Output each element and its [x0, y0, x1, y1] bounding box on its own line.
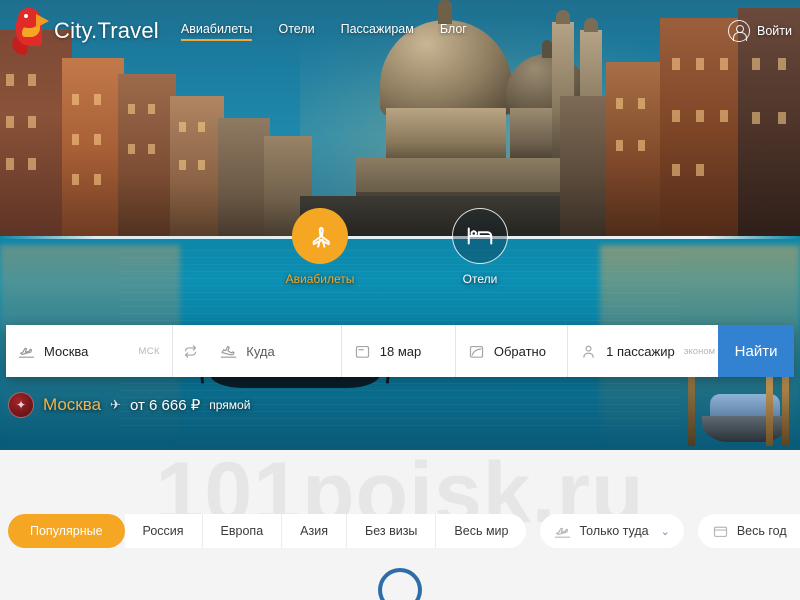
trip-type-label: Только туда [579, 524, 649, 538]
filter-chip-worldwide[interactable]: Весь мир [436, 514, 527, 548]
passengers-value: 1 пассажир [606, 343, 675, 359]
content-area: 101poisk.ru Популярные Россия Европа Ази… [0, 450, 800, 600]
period-label: Весь год [736, 524, 787, 538]
trip-type-dropdown[interactable]: Только туда ⌄ [540, 514, 684, 548]
plane-landing-icon [220, 343, 237, 360]
city-crest-icon: ✦ [8, 392, 34, 418]
nav-item-blog[interactable]: Блог [440, 22, 467, 41]
logo-text: City.Travel [54, 18, 159, 43]
promo-price: от 6 666 ₽ [129, 397, 201, 414]
site-header: City.Travel Авиабилеты Отели Пассажирам … [0, 0, 800, 62]
moored-boat [702, 392, 788, 442]
calendar-icon [354, 343, 371, 360]
boat-hull [702, 416, 788, 442]
origin-code: мск [138, 345, 160, 357]
search-submit-button[interactable]: Найти [718, 325, 794, 377]
filter-chip-asia[interactable]: Азия [282, 514, 347, 548]
origin-value: Москва [44, 343, 89, 359]
login-label: Войти [757, 24, 792, 38]
service-tab-flights[interactable]: Авиабилеты [265, 208, 375, 286]
promo-city-name: Москва [43, 395, 102, 414]
basilica-main-drum [386, 108, 506, 164]
destination-placeholder: Куда [246, 343, 275, 359]
bed-icon [452, 208, 508, 264]
chevron-down-icon: ⌄ [660, 525, 670, 538]
main-nav: Авиабилеты Отели Пассажирам Блог [180, 22, 467, 41]
login-button[interactable]: Войти [728, 20, 792, 42]
mooring-pole-1 [766, 372, 773, 446]
airplane-small-icon: ✈ [110, 397, 121, 412]
person-icon [580, 343, 597, 360]
cabin-class-value: эконом [683, 345, 716, 357]
filter-chip-visa-free[interactable]: Без визы [346, 514, 437, 548]
nav-item-passengers[interactable]: Пассажирам [341, 22, 414, 41]
destination-field[interactable]: Куда [208, 325, 342, 377]
depart-date-value: 18 мар [379, 343, 422, 359]
user-circle-icon [728, 20, 751, 42]
depart-date-field[interactable]: 18 мар [342, 325, 456, 377]
swap-direction-button[interactable] [173, 325, 208, 377]
service-tab-hotels-label: Отели [462, 272, 498, 286]
mooring-pole-3 [688, 372, 695, 446]
service-tabs: Авиабилеты Отели [0, 208, 800, 286]
mooring-pole-2 [782, 372, 789, 446]
filter-chip-russia[interactable]: Россия [124, 514, 203, 548]
service-tab-hotels[interactable]: Отели [425, 208, 535, 286]
promo-destination-row[interactable]: ✦ Москва ✈ от 6 666 ₽ прямой [8, 392, 250, 418]
destination-filter-bar: Популярные Россия Европа Азия Без визы В… [0, 512, 800, 550]
origin-field[interactable]: Москва мск [6, 325, 173, 377]
service-tab-flights-label: Авиабилеты [285, 272, 355, 286]
period-dropdown[interactable]: Весь год ⌄ [697, 514, 800, 548]
plane-takeoff-icon [554, 523, 571, 540]
return-date-value: Обратно [493, 343, 546, 359]
filter-chip-popular[interactable]: Популярные [8, 514, 125, 548]
nav-item-hotels[interactable]: Отели [278, 22, 314, 41]
airplane-icon [292, 208, 348, 264]
passengers-field[interactable]: 1 пассажир эконом [568, 325, 718, 377]
parrot-bird-icon [10, 8, 50, 56]
calendar-return-icon [468, 343, 485, 360]
flight-search-bar: Москва мск Куда 18 мар [6, 325, 794, 377]
loading-spinner [378, 568, 422, 600]
calendar-icon [712, 523, 729, 540]
return-date-field[interactable]: Обратно [456, 325, 569, 377]
nav-item-flights[interactable]: Авиабилеты [180, 22, 252, 41]
plane-takeoff-icon [18, 343, 35, 360]
swap-arrows-icon [182, 343, 199, 360]
filter-chip-europe[interactable]: Европа [202, 514, 283, 548]
promo-flight-type: прямой [209, 398, 251, 412]
logo[interactable]: City.Travel [10, 8, 159, 56]
